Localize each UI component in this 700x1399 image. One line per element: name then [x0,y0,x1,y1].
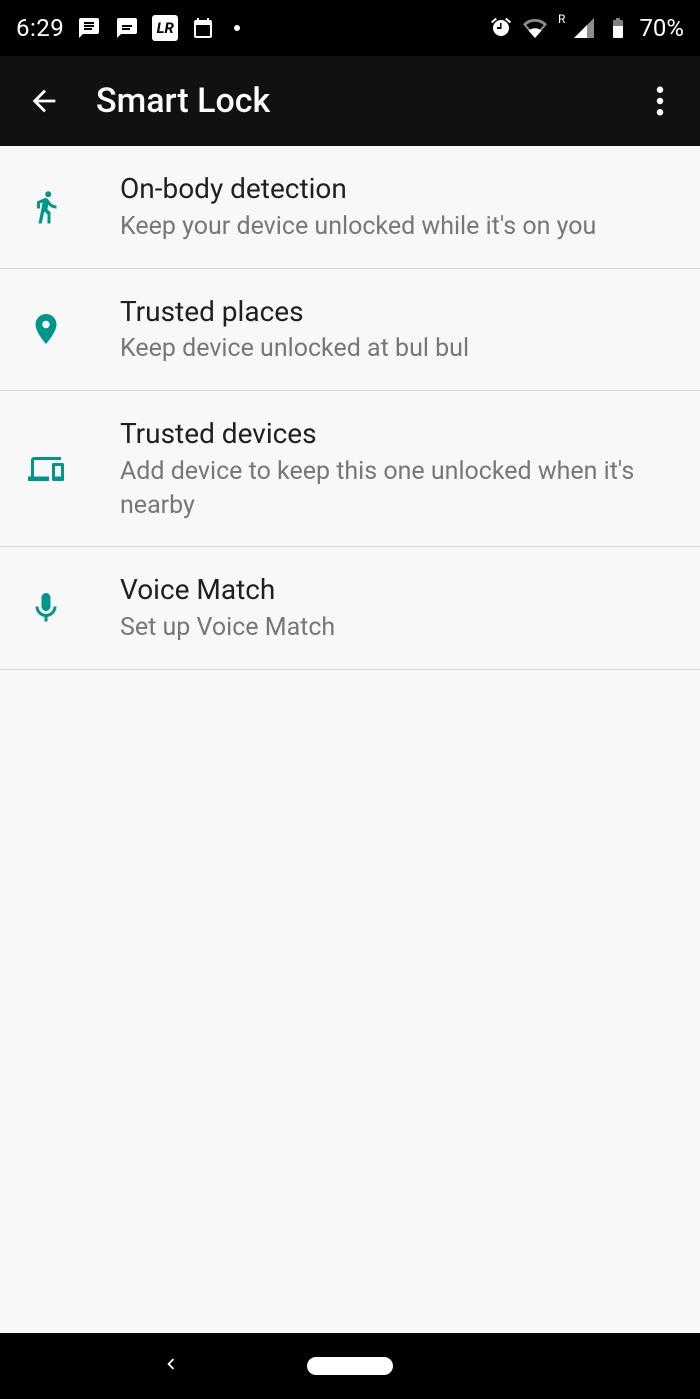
system-home-pill[interactable] [307,1357,393,1375]
setting-title: Trusted places [120,293,672,331]
setting-title: On-body detection [120,170,672,208]
mic-icon [24,590,120,626]
setting-text: On-body detection Keep your device unloc… [120,170,672,244]
overflow-menu-button[interactable] [630,71,690,131]
devices-icon [24,451,120,487]
status-bar: 6:29 LR R [0,0,700,56]
app-bar: Smart Lock [0,56,700,146]
page-title: Smart Lock [96,81,270,121]
chevron-left-icon [160,1353,182,1375]
more-vert-icon [656,86,664,116]
setting-voice-match[interactable]: Voice Match Set up Voice Match [0,547,700,670]
setting-subtitle: Add device to keep this one unlocked whe… [120,455,672,523]
battery-icon [605,15,631,41]
walk-icon [24,189,120,225]
setting-subtitle: Keep device unlocked at bul bul [120,332,672,366]
setting-title: Trusted devices [120,415,672,453]
calendar-icon [190,15,216,41]
battery-percentage: 70% [639,14,684,42]
system-back-button[interactable] [160,1353,182,1379]
setting-trusted-devices[interactable]: Trusted devices Add device to keep this … [0,391,700,547]
settings-list: On-body detection Keep your device unloc… [0,146,700,1333]
device-frame: 6:29 LR R [0,0,700,1399]
alarm-icon [488,15,514,41]
setting-text: Voice Match Set up Voice Match [120,571,672,645]
setting-trusted-places[interactable]: Trusted places Keep device unlocked at b… [0,269,700,392]
overflow-dot-icon [234,25,240,31]
chat-icon [114,15,140,41]
signal-label: R [558,12,565,26]
setting-on-body-detection[interactable]: On-body detection Keep your device unloc… [0,146,700,269]
wifi-icon [522,15,548,41]
system-nav-bar [0,1333,700,1399]
place-icon [24,311,120,347]
signal-icon [571,15,597,41]
setting-text: Trusted places Keep device unlocked at b… [120,293,672,367]
back-button[interactable] [10,67,78,135]
status-left: 6:29 LR [16,14,240,42]
status-right: R 70% [488,14,684,42]
setting-subtitle: Keep your device unlocked while it's on … [120,210,672,244]
setting-title: Voice Match [120,571,672,609]
clock: 6:29 [16,14,64,42]
message-icon [76,15,102,41]
lr-app-icon: LR [152,15,178,41]
setting-subtitle: Set up Voice Match [120,611,672,645]
arrow-back-icon [27,84,61,118]
setting-text: Trusted devices Add device to keep this … [120,415,672,522]
